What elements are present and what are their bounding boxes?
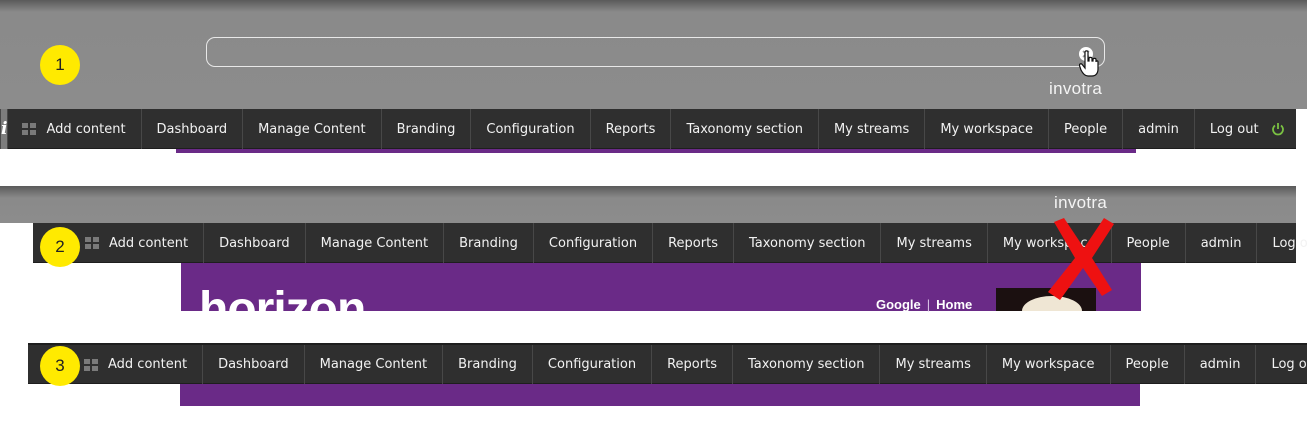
admin-toolbar-1: i Add content Dashboard Manage Content B…: [0, 109, 1296, 149]
step-badge-1: 1: [40, 45, 80, 85]
toolbar-label: Configuration: [486, 121, 575, 137]
toolbar-my-workspace[interactable]: My workspace: [925, 109, 1049, 149]
toolbar-log-out[interactable]: Log out: [1256, 345, 1307, 384]
toolbar-label: Add content: [109, 235, 189, 251]
toolbar-label: Taxonomy section: [747, 357, 865, 372]
toolbar-label: Dashboard: [219, 235, 290, 251]
toolbar-label: People: [1063, 121, 1108, 137]
step-badge-2: 2: [40, 227, 80, 267]
toolbar-label: My workspace: [940, 121, 1033, 137]
toolbar-configuration[interactable]: Configuration: [471, 109, 591, 149]
toolbar-log-out[interactable]: Log out: [1257, 223, 1307, 263]
toolbar-reports[interactable]: Reports: [652, 345, 733, 384]
toolbar-label: Branding: [458, 357, 517, 372]
search-input-field[interactable]: [217, 41, 1071, 65]
toolbar-my-streams[interactable]: My streams: [881, 223, 988, 263]
info-tab[interactable]: i: [1, 109, 9, 149]
toolbar-branding[interactable]: Branding: [444, 223, 534, 263]
toolbar-configuration[interactable]: Configuration: [533, 345, 653, 384]
toolbar-my-streams[interactable]: My streams: [819, 109, 926, 149]
grid-icon: [85, 237, 99, 249]
grid-icon: [22, 123, 37, 135]
toolbar-my-streams[interactable]: My streams: [880, 345, 987, 384]
toolbar-taxonomy-section[interactable]: Taxonomy section: [733, 345, 881, 384]
toolbar-label: Configuration: [548, 235, 638, 251]
toolbar-label: My streams: [896, 235, 972, 251]
grid-icon: [84, 358, 98, 371]
toolbar-branding[interactable]: Branding: [443, 345, 533, 384]
toolbar-label: Dashboard: [156, 121, 228, 137]
toolbar-people[interactable]: People: [1111, 345, 1185, 384]
site-logo: horizon: [199, 283, 366, 336]
toolbar-label: Log out: [1272, 235, 1307, 251]
toolbar-taxonomy-section[interactable]: Taxonomy section: [734, 223, 882, 263]
toolbar-dashboard[interactable]: Dashboard: [203, 345, 305, 384]
site-links: Google | Home: [876, 297, 972, 312]
toolbar-label: Branding: [459, 235, 518, 251]
site-link-separator: |: [926, 297, 931, 312]
info-icon: i: [1, 119, 8, 139]
toolbar-label: Manage Content: [319, 357, 428, 372]
toolbar-admin[interactable]: admin: [1123, 109, 1195, 149]
toolbar-label: Dashboard: [218, 357, 289, 372]
toolbar-people[interactable]: People: [1112, 223, 1186, 263]
toolbar-people[interactable]: People: [1049, 109, 1124, 149]
brand-logo-2: invotra: [1054, 193, 1108, 212]
toolbar-label: admin: [1200, 235, 1242, 251]
search-input[interactable]: [206, 37, 1105, 67]
toolbar-add-content[interactable]: Add content: [8, 109, 142, 149]
toolbar-label: Reports: [667, 357, 717, 372]
toolbar-label: Reports: [605, 121, 656, 137]
toolbar-manage-content[interactable]: Manage Content: [306, 223, 445, 263]
toolbar-dashboard[interactable]: Dashboard: [204, 223, 306, 263]
toolbar-label: Branding: [396, 121, 456, 137]
toolbar-label: Add content: [46, 121, 126, 137]
toolbar-label: My streams: [833, 121, 910, 137]
toolbar-log-out[interactable]: Log out: [1195, 109, 1300, 149]
toolbar-label: People: [1125, 357, 1169, 372]
toolbar-label: Taxonomy section: [686, 121, 803, 137]
toolbar-my-workspace[interactable]: My workspace: [987, 345, 1111, 384]
red-x-icon: [1048, 218, 1114, 300]
toolbar-dashboard[interactable]: Dashboard: [142, 109, 244, 149]
brand-logo-1: invotra: [1049, 79, 1103, 98]
toolbar-admin[interactable]: admin: [1186, 223, 1258, 263]
toolbar-branding[interactable]: Branding: [382, 109, 472, 149]
toolbar-reports[interactable]: Reports: [591, 109, 672, 149]
step-badge-3: 3: [40, 346, 80, 386]
toolbar-admin[interactable]: admin: [1185, 345, 1257, 384]
toolbar-manage-content[interactable]: Manage Content: [305, 345, 444, 384]
power-icon: [1271, 123, 1284, 136]
toolbar-label: Configuration: [547, 357, 637, 372]
site-link-home[interactable]: Home: [936, 297, 972, 312]
toolbar-label: People: [1126, 235, 1170, 251]
toolbar-manage-content[interactable]: Manage Content: [243, 109, 382, 149]
toolbar-label: My streams: [895, 357, 971, 372]
toolbar-reports[interactable]: Reports: [653, 223, 734, 263]
toolbar-taxonomy-section[interactable]: Taxonomy section: [671, 109, 819, 149]
toolbar-label: Add content: [108, 357, 188, 372]
site-banner-1: [176, 149, 1136, 153]
toolbar-label: Manage Content: [258, 121, 366, 137]
toolbar-label: admin: [1138, 121, 1179, 137]
toolbar-label: Manage Content: [320, 235, 429, 251]
toolbar-label: Log out: [1271, 357, 1307, 372]
site-banner-3: [180, 384, 1140, 406]
admin-toolbar-3: Add content Dashboard Manage Content Bra…: [28, 343, 1307, 384]
toolbar-label: Log out: [1209, 121, 1259, 137]
toolbar-label: My workspace: [1001, 357, 1095, 372]
pointer-cursor-icon: [1079, 50, 1099, 77]
toolbar-configuration[interactable]: Configuration: [534, 223, 654, 263]
toolbar-label: Reports: [668, 235, 718, 251]
toolbar-label: Taxonomy section: [748, 235, 866, 251]
site-link-google[interactable]: Google: [876, 297, 921, 312]
toolbar-label: admin: [1199, 357, 1241, 372]
